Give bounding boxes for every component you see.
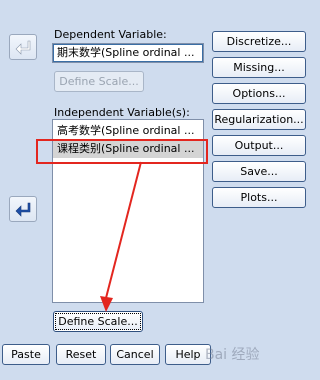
dependent-define-scale-label: Define Scale... [59,75,139,88]
arrow-left-icon [15,202,31,217]
move-to-independent-button[interactable] [9,196,37,222]
dependent-variable-label: Dependent Variable: [54,28,167,41]
output-label: Output... [234,139,284,152]
missing-button[interactable]: Missing... [212,57,306,78]
dependent-variable-field[interactable]: 期末数学(Spline ordinal ... [52,43,204,63]
options-label: Options... [232,87,286,100]
cancel-button[interactable]: Cancel [110,344,160,365]
discretize-label: Discretize... [226,35,292,48]
plots-button[interactable]: Plots... [212,187,306,208]
save-button[interactable]: Save... [212,161,306,182]
plots-label: Plots... [240,191,278,204]
discretize-button[interactable]: Discretize... [212,31,306,52]
independent-variables-list[interactable]: 高考数学(Spline ordinal ... 课程类别(Spline ordi… [52,119,204,303]
independent-variables-label: Independent Variable(s): [54,106,190,119]
regularization-button[interactable]: Regularization... [212,109,306,130]
output-button[interactable]: Output... [212,135,306,156]
paste-button[interactable]: Paste [2,344,50,365]
list-item-label: 高考数学(Spline ordinal ... [57,124,195,137]
regularization-label: Regularization... [214,113,304,126]
help-label: Help [175,348,201,361]
cancel-label: Cancel [116,348,154,361]
reset-label: Reset [65,348,97,361]
list-item[interactable]: 课程类别(Spline ordinal ... [53,140,203,158]
missing-label: Missing... [233,61,285,74]
watermark: Bai 经验 [205,347,260,363]
dependent-define-scale-button[interactable]: Define Scale... [54,71,144,92]
list-item-label: 课程类别(Spline ordinal ... [57,142,195,155]
save-label: Save... [240,165,278,178]
independent-define-scale-label: Define Scale... [55,313,141,330]
independent-define-scale-button[interactable]: Define Scale... [53,311,143,332]
options-button[interactable]: Options... [212,83,306,104]
reset-button[interactable]: Reset [56,344,106,365]
paste-label: Paste [11,348,41,361]
list-item[interactable]: 高考数学(Spline ordinal ... [53,122,203,140]
move-to-dependent-button[interactable] [9,34,37,60]
arrow-left-icon [15,40,31,55]
